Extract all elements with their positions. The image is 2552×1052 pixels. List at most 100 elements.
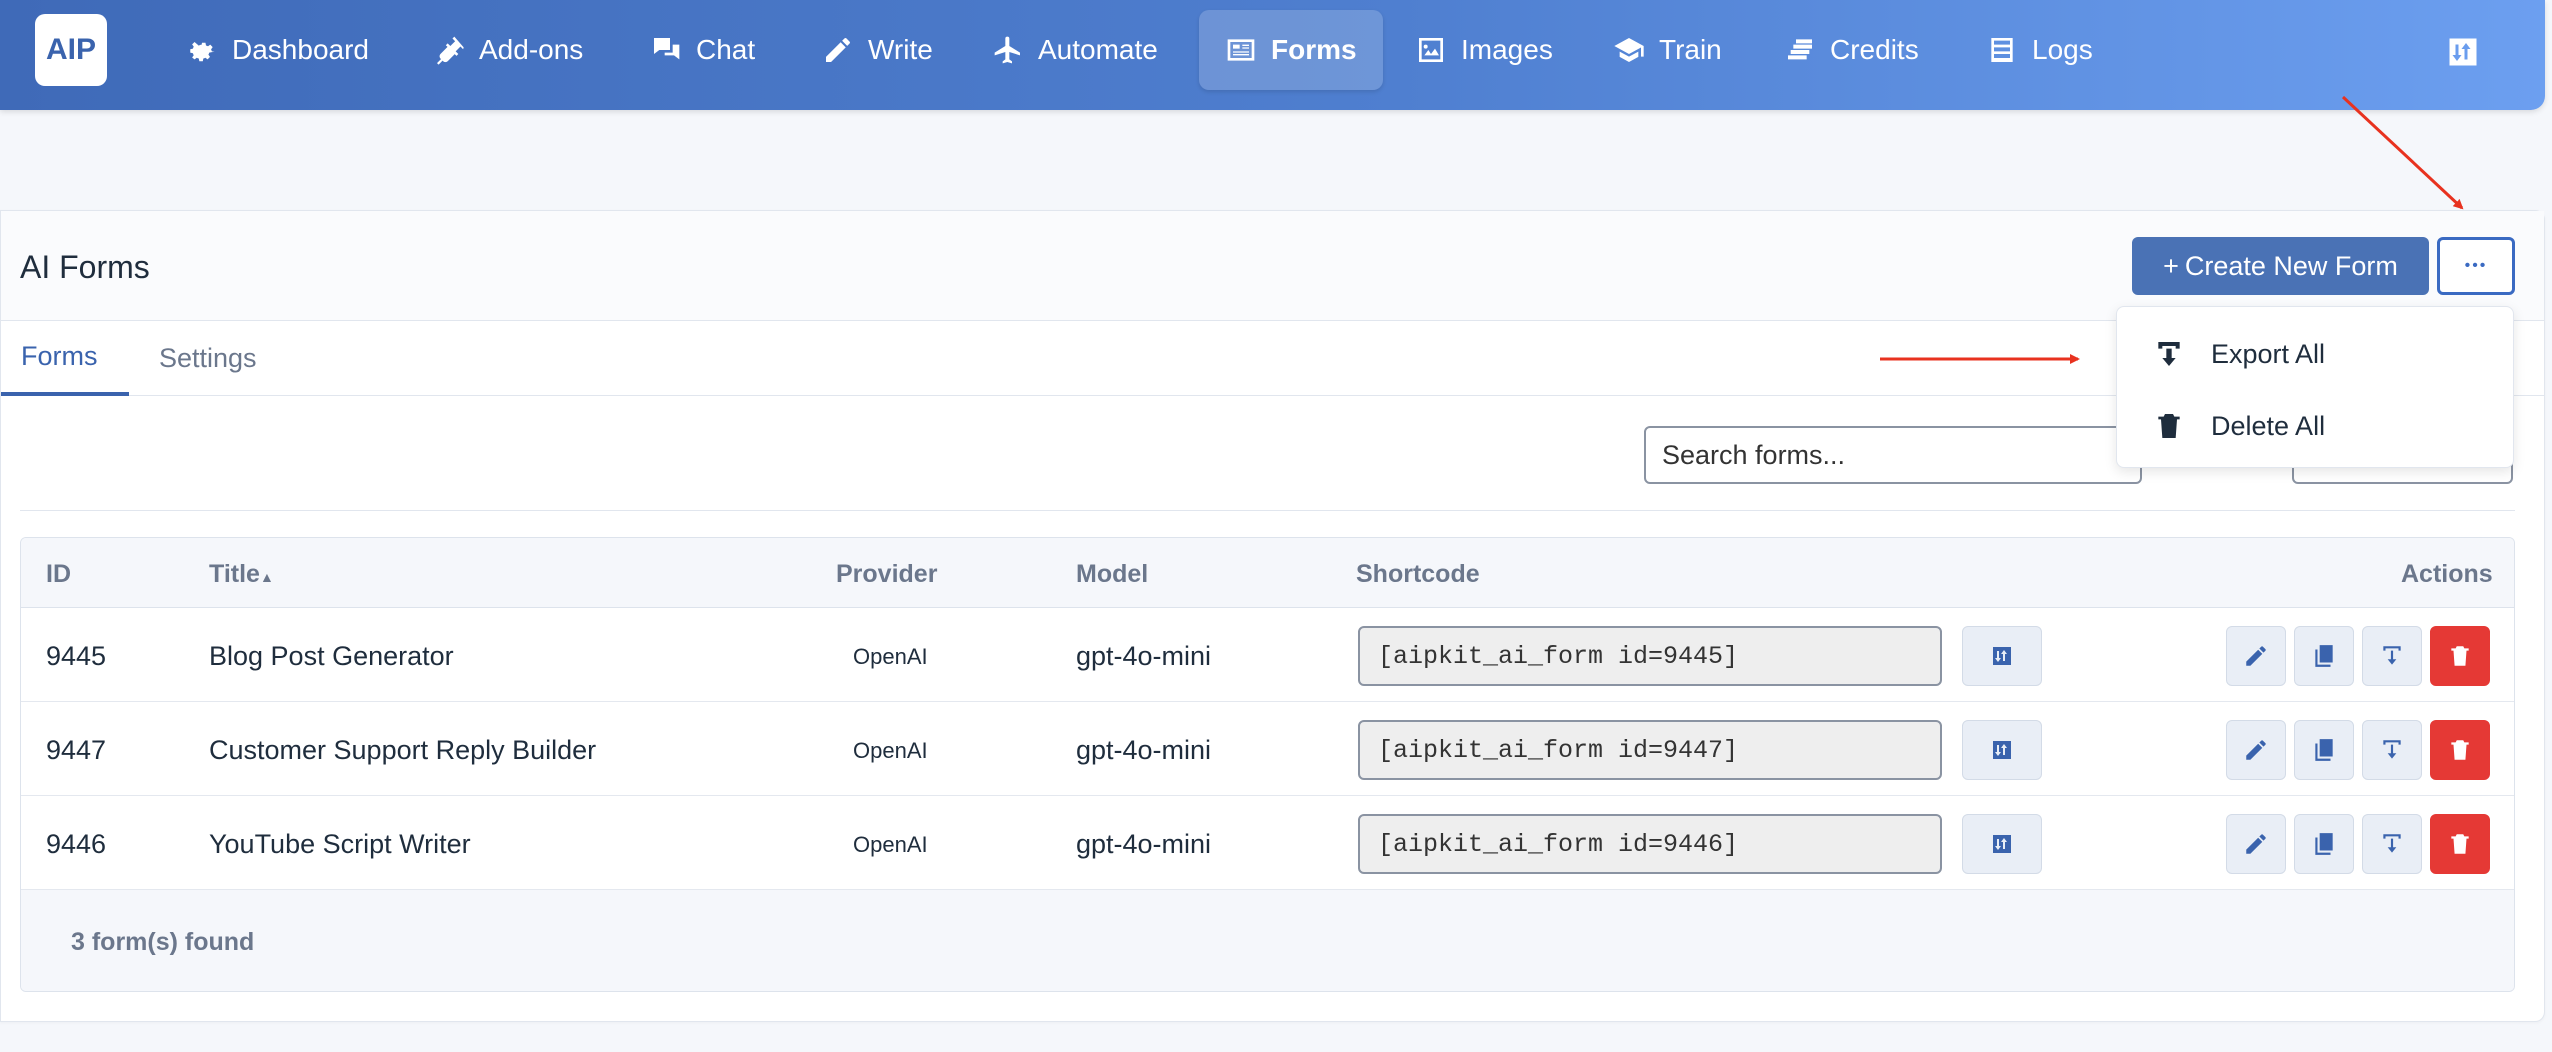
app-logo[interactable]: AIP bbox=[35, 14, 107, 86]
shortcode-field[interactable]: [aipkit_ai_form id=9447] bbox=[1358, 720, 1942, 780]
edit-button[interactable] bbox=[2226, 720, 2286, 780]
nav-item-automate[interactable]: Automate bbox=[966, 10, 1184, 90]
create-new-form-button[interactable]: + Create New Form bbox=[2132, 237, 2429, 295]
nav-item-logs[interactable]: Logs bbox=[1960, 10, 2119, 90]
delete-button[interactable] bbox=[2430, 720, 2490, 780]
delete-button[interactable] bbox=[2430, 814, 2490, 874]
menu-item-label: Delete All bbox=[2211, 410, 2326, 441]
nav-item-label: Write bbox=[868, 34, 933, 65]
coins-icon bbox=[1788, 39, 1812, 60]
image-icon bbox=[1419, 38, 1443, 62]
chat-icon bbox=[652, 38, 680, 60]
nav-item-add-ons[interactable]: Add-ons bbox=[407, 10, 609, 90]
form-title: Blog Post Generator bbox=[209, 641, 454, 671]
more-options-menu: Export All Delete All bbox=[2116, 306, 2514, 468]
form-icon bbox=[1227, 39, 1255, 61]
pencil-icon bbox=[2246, 646, 2266, 666]
menu-item-delete-all[interactable]: Delete All bbox=[2117, 391, 2513, 461]
trash-icon bbox=[2451, 646, 2469, 666]
table-row: 9445 Blog Post Generator OpenAI gpt-4o-m… bbox=[21, 608, 2514, 702]
tab-settings[interactable]: Settings bbox=[139, 321, 277, 396]
export-button[interactable] bbox=[2362, 626, 2422, 686]
page-title: AI Forms bbox=[20, 249, 150, 285]
card-header: AI Forms + Create New Form ••• bbox=[1, 211, 2544, 321]
form-id: 9446 bbox=[46, 829, 107, 859]
graduation-cap-icon bbox=[1614, 38, 1644, 62]
form-provider: OpenAI bbox=[853, 644, 928, 669]
column-header-provider[interactable]: Provider bbox=[836, 560, 937, 589]
pencil-icon bbox=[826, 38, 850, 62]
duplicate-button[interactable] bbox=[2294, 814, 2354, 874]
nav-item-label: Automate bbox=[1038, 34, 1158, 65]
edit-button[interactable] bbox=[2226, 626, 2286, 686]
delete-button[interactable] bbox=[2430, 626, 2490, 686]
form-title: YouTube Script Writer bbox=[209, 829, 471, 859]
nav-item-label: Credits bbox=[1830, 34, 1919, 65]
tab-forms[interactable]: Forms bbox=[1, 321, 129, 396]
plane-icon bbox=[994, 36, 1020, 64]
nav-item-forms[interactable]: Forms bbox=[1199, 10, 1383, 90]
copy-icon bbox=[2315, 833, 2333, 855]
create-button-label: Create New Form bbox=[2184, 250, 2398, 281]
shortcode-field[interactable]: [aipkit_ai_form id=9446] bbox=[1358, 814, 1942, 874]
duplicate-button[interactable] bbox=[2294, 626, 2354, 686]
export-icon bbox=[2158, 342, 2180, 366]
result-count: 3 form(s) found bbox=[71, 928, 255, 956]
nav-item-label: Add-ons bbox=[479, 34, 584, 65]
copy-shortcode-button[interactable] bbox=[1962, 814, 2042, 874]
export-icon bbox=[2383, 646, 2401, 665]
sort-ascending-icon: ▲ bbox=[259, 569, 274, 585]
column-header-model[interactable]: Model bbox=[1076, 560, 1148, 589]
form-provider: OpenAI bbox=[853, 738, 928, 763]
top-nav: AIP Dashboard Add-ons Chat Write Automat… bbox=[0, 0, 2545, 110]
duplicate-button[interactable] bbox=[2294, 720, 2354, 780]
nav-item-label: Dashboard bbox=[232, 34, 369, 65]
nav-item-label: Forms bbox=[1271, 34, 1357, 65]
plus-icon: + bbox=[2163, 250, 2179, 281]
more-options-button[interactable]: ••• bbox=[2437, 237, 2515, 295]
export-button[interactable] bbox=[2362, 814, 2422, 874]
transfer-icon bbox=[1993, 835, 2011, 853]
plug-icon bbox=[437, 36, 464, 65]
menu-item-export-all[interactable]: Export All bbox=[2117, 319, 2513, 389]
form-id: 9445 bbox=[46, 641, 107, 671]
nav-item-images[interactable]: Images bbox=[1389, 10, 1579, 90]
nav-item-dashboard[interactable]: Dashboard bbox=[160, 10, 395, 90]
table-header: ID Title▲ Provider Model Shortcode Actio… bbox=[21, 538, 2514, 608]
copy-icon bbox=[2315, 645, 2333, 667]
gear-icon bbox=[190, 42, 215, 62]
shortcode-field[interactable]: [aipkit_ai_form id=9445] bbox=[1358, 626, 1942, 686]
copy-shortcode-button[interactable] bbox=[1962, 626, 2042, 686]
ellipsis-icon: ••• bbox=[2464, 257, 2488, 274]
nav-item-write[interactable]: Write bbox=[796, 10, 959, 90]
pencil-icon bbox=[2246, 834, 2266, 854]
form-model: gpt-4o-mini bbox=[1076, 735, 1212, 765]
transfer-icon bbox=[1993, 647, 2011, 665]
export-button[interactable] bbox=[2362, 720, 2422, 780]
copy-icon bbox=[2315, 739, 2333, 761]
nav-item-chat[interactable]: Chat bbox=[624, 10, 781, 90]
trash-icon bbox=[2158, 414, 2180, 438]
column-header-title[interactable]: Title▲ bbox=[209, 560, 274, 589]
transfer-icon bbox=[1993, 741, 2011, 759]
edit-button[interactable] bbox=[2226, 814, 2286, 874]
table-row: 9446 YouTube Script Writer OpenAI gpt-4o… bbox=[21, 796, 2514, 890]
form-model: gpt-4o-mini bbox=[1076, 829, 1212, 859]
nav-item-train[interactable]: Train bbox=[1587, 10, 1748, 90]
form-title: Customer Support Reply Builder bbox=[209, 735, 597, 765]
search-input[interactable] bbox=[1644, 426, 2142, 484]
annotation-arrow bbox=[2341, 95, 2464, 210]
column-header-id[interactable]: ID bbox=[46, 560, 71, 589]
divider bbox=[20, 510, 2515, 511]
nav-item-label: Images bbox=[1461, 34, 1553, 65]
list-icon bbox=[1991, 38, 2013, 62]
column-header-actions: Actions bbox=[2401, 560, 2493, 588]
pencil-icon bbox=[2246, 740, 2266, 760]
copy-shortcode-button[interactable] bbox=[1962, 720, 2042, 780]
trash-icon bbox=[2451, 834, 2469, 854]
column-header-title-label: Title bbox=[209, 560, 260, 588]
transfer-icon[interactable] bbox=[2445, 34, 2481, 70]
forms-table: ID Title▲ Provider Model Shortcode Actio… bbox=[20, 537, 2515, 992]
nav-item-label: Chat bbox=[696, 34, 756, 65]
nav-item-credits[interactable]: Credits bbox=[1758, 10, 1945, 90]
